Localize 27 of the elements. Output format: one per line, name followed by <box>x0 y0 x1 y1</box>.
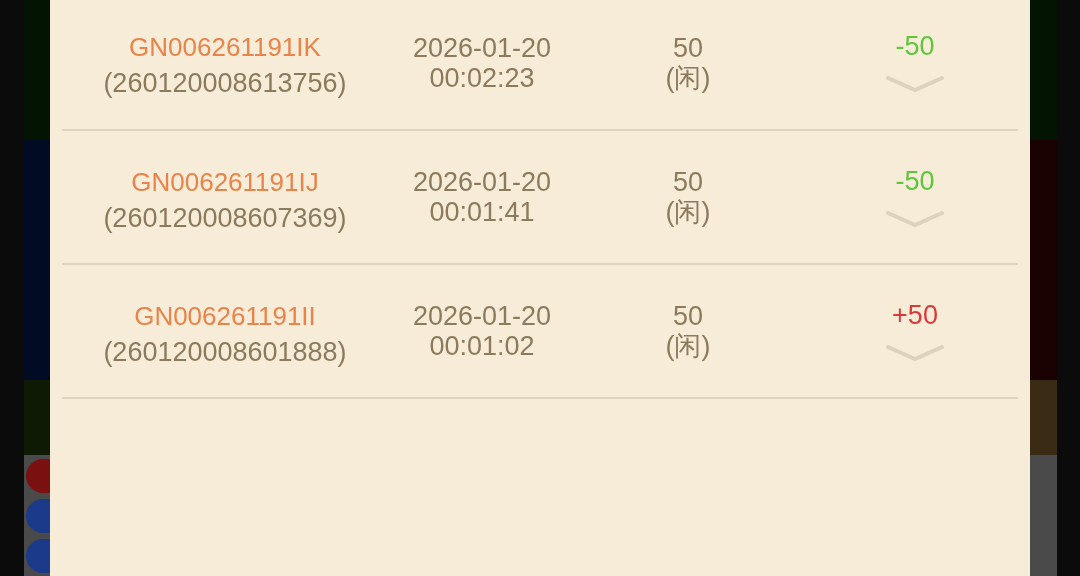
badge-icon <box>26 459 50 493</box>
serial-number: (260120008601888) <box>103 336 347 368</box>
chevron-down-icon[interactable] <box>886 342 944 363</box>
date: 2026-01-20 <box>412 301 552 331</box>
bet-amount: 50 <box>672 32 703 63</box>
serial-number: (260120008613756) <box>103 68 347 99</box>
result-amount: +50 <box>892 299 938 331</box>
time: 00:01:41 <box>429 197 535 227</box>
bet-amount: 50 <box>672 301 703 331</box>
time: 00:01:02 <box>429 331 535 361</box>
order-id: GN006261191IK <box>129 31 321 64</box>
badge-icon <box>26 539 50 573</box>
date: 2026-01-20 <box>412 32 552 63</box>
result-amount: -50 <box>895 165 935 197</box>
order-id: GN006261191II <box>134 299 316 333</box>
bet-side: (闲) <box>665 331 711 361</box>
order-id: GN006261191IJ <box>131 165 319 199</box>
bet-side: (闲) <box>665 62 711 93</box>
serial-number: (260120008607369) <box>103 202 347 234</box>
date: 2026-01-20 <box>412 167 552 197</box>
time: 00:02:23 <box>429 62 535 93</box>
bet-side: (闲) <box>665 197 711 227</box>
chevron-down-icon[interactable] <box>886 74 944 94</box>
result-amount: -50 <box>895 31 935 62</box>
chevron-down-icon[interactable] <box>886 208 944 229</box>
badge-icon <box>26 499 50 533</box>
bet-amount: 50 <box>672 167 703 197</box>
